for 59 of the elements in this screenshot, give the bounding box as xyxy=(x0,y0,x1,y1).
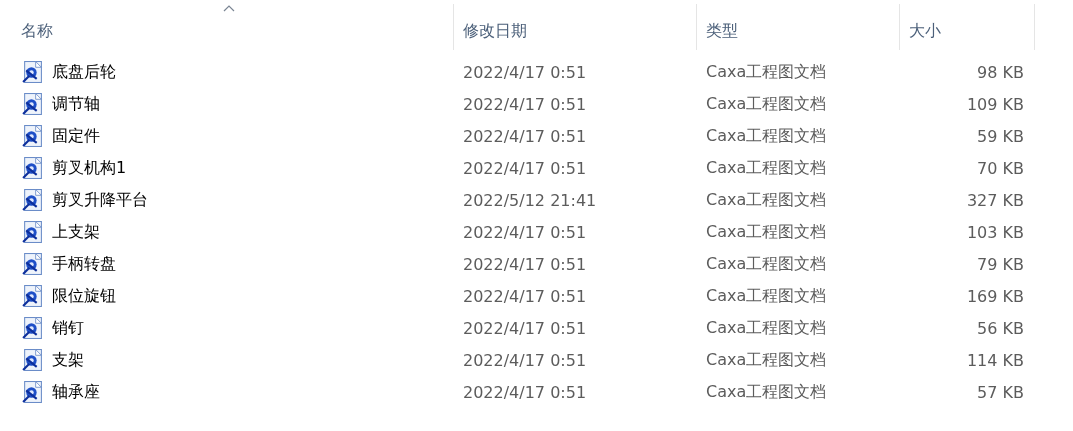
column-header[interactable]: 类型 xyxy=(697,4,900,50)
file-type: Caxa工程图文档 xyxy=(706,381,827,401)
modified-date: 2022/4/17 0:51 xyxy=(463,286,587,306)
modified-date: 2022/4/17 0:51 xyxy=(463,126,587,146)
modified-date: 2022/4/17 0:51 xyxy=(463,254,587,274)
file-size: 114 KB xyxy=(966,350,1024,370)
file-size: 70 KB xyxy=(977,158,1024,178)
modified-date: 2022/4/17 0:51 xyxy=(463,222,587,242)
file-size: 79 KB xyxy=(977,254,1024,274)
modified-date: 2022/4/17 0:51 xyxy=(463,158,587,178)
file-name[interactable]: 支架 xyxy=(52,349,84,371)
file-name[interactable]: 固定件 xyxy=(52,125,100,147)
file-type: Caxa工程图文档 xyxy=(706,253,827,273)
drawing-file-icon xyxy=(22,317,43,339)
drawing-file-icon xyxy=(22,125,43,147)
file-name[interactable]: 调节轴 xyxy=(52,93,100,115)
drawing-file-icon xyxy=(22,285,43,307)
file-type: Caxa工程图文档 xyxy=(706,189,827,209)
drawing-file-icon xyxy=(22,253,43,275)
file-type: Caxa工程图文档 xyxy=(706,349,827,369)
drawing-file-icon xyxy=(22,61,43,83)
file-name[interactable]: 手柄转盘 xyxy=(52,253,116,275)
file-name[interactable]: 底盘后轮 xyxy=(52,61,116,83)
drawing-file-icon xyxy=(22,381,43,403)
file-type: Caxa工程图文档 xyxy=(706,157,827,177)
modified-date: 2022/4/17 0:51 xyxy=(463,94,587,114)
file-type: Caxa工程图文档 xyxy=(706,317,827,337)
file-name[interactable]: 剪叉升降平台 xyxy=(52,189,148,211)
drawing-file-icon xyxy=(22,93,43,115)
file-size: 98 KB xyxy=(977,62,1024,82)
column-header[interactable]: 名称 xyxy=(12,4,454,50)
drawing-file-icon xyxy=(22,349,43,371)
file-size: 327 KB xyxy=(966,190,1024,210)
file-name[interactable]: 限位旋钮 xyxy=(52,285,116,307)
drawing-file-icon xyxy=(22,221,43,243)
file-type: Caxa工程图文档 xyxy=(706,285,827,305)
modified-date: 2022/4/17 0:51 xyxy=(463,318,587,338)
file-name[interactable]: 销钉 xyxy=(52,317,84,339)
file-size: 103 KB xyxy=(966,222,1024,242)
column-header[interactable]: 大小 xyxy=(900,4,1035,50)
file-type: Caxa工程图文档 xyxy=(706,125,827,145)
file-size: 56 KB xyxy=(977,318,1024,338)
modified-date: 2022/4/17 0:51 xyxy=(463,350,587,370)
file-size: 57 KB xyxy=(977,382,1024,402)
file-size: 169 KB xyxy=(966,286,1024,306)
file-size: 59 KB xyxy=(977,126,1024,146)
file-type: Caxa工程图文档 xyxy=(706,61,827,81)
modified-date: 2022/4/17 0:51 xyxy=(463,382,587,402)
modified-date: 2022/5/12 21:41 xyxy=(463,190,597,210)
modified-date: 2022/4/17 0:51 xyxy=(463,62,587,82)
file-type: Caxa工程图文档 xyxy=(706,93,827,113)
drawing-file-icon xyxy=(22,157,43,179)
file-size: 109 KB xyxy=(966,94,1024,114)
column-header[interactable]: 修改日期 xyxy=(454,4,697,50)
file-name[interactable]: 剪叉机构1 xyxy=(52,157,127,179)
file-name[interactable]: 轴承座 xyxy=(52,381,100,403)
file-type: Caxa工程图文档 xyxy=(706,221,827,241)
file-name[interactable]: 上支架 xyxy=(52,221,100,243)
drawing-file-icon xyxy=(22,189,43,211)
